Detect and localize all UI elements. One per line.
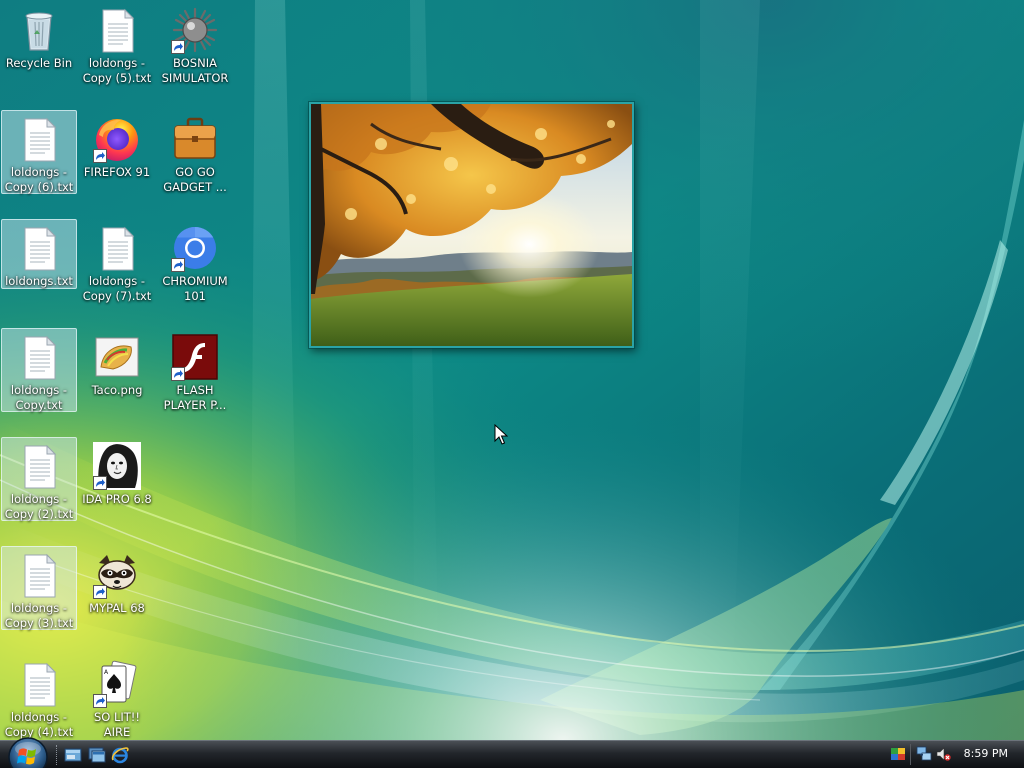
icon-label: SO LIT!! AIRE <box>93 710 141 739</box>
ida-pro-icon <box>93 442 141 490</box>
icon-label: BOSNIA SIMULATOR <box>161 56 229 85</box>
desktop-icon-loldongs-copy-3[interactable]: loldongs - Copy (3).txt <box>1 546 77 630</box>
icon-label: Taco.png <box>91 383 143 397</box>
start-orb-button[interactable] <box>6 735 50 768</box>
mypal-raccoon-icon <box>93 551 141 599</box>
desktop-icon-firefox[interactable]: FIREFOX 91 <box>79 110 155 206</box>
flash-player-icon <box>171 333 219 381</box>
icon-label: loldongs - Copy (2).txt <box>4 492 74 521</box>
icon-label: loldongs - Copy.txt <box>10 383 68 412</box>
icon-label: FLASH PLAYER P... <box>163 383 227 412</box>
icon-label: loldongs - Copy (3).txt <box>4 601 74 630</box>
icon-label: loldongs.txt <box>5 274 73 288</box>
desktop-icon-loldongs-copy-2[interactable]: loldongs - Copy (2).txt <box>1 437 77 521</box>
slideshow-gadget[interactable] <box>309 102 634 348</box>
firefox-icon <box>93 115 141 163</box>
show-desktop-icon[interactable] <box>64 746 82 764</box>
desktop-icon-taco[interactable]: Taco.png <box>79 328 155 424</box>
desktop-icon-chromium[interactable]: CHROMIUM 101 <box>157 219 233 315</box>
briefcase-icon <box>171 115 219 163</box>
autumn-tree-photo <box>311 104 632 346</box>
desktop-icon-loldongs-copy-6[interactable]: loldongs - Copy (6).txt <box>1 110 77 194</box>
desktop-icon-loldongs-copy[interactable]: loldongs - Copy.txt <box>1 328 77 412</box>
desktop-icon-flash-player[interactable]: FLASH PLAYER P... <box>157 328 233 424</box>
taskbar: 8:59 PM <box>0 737 1024 768</box>
taco-image-icon <box>93 333 141 381</box>
icon-label: Recycle Bin <box>5 56 73 70</box>
shortcut-arrow-icon <box>171 258 185 272</box>
text-file-icon <box>93 6 141 54</box>
tray-divider <box>910 744 911 765</box>
desktop-icon-mypal[interactable]: MYPAL 68 <box>79 546 155 642</box>
desktop-icon-loldongs-copy-7[interactable]: loldongs - Copy (7).txt <box>79 219 155 315</box>
shortcut-arrow-icon <box>171 40 185 54</box>
text-file-icon <box>93 224 141 272</box>
shortcut-arrow-icon <box>93 149 107 163</box>
shortcut-arrow-icon <box>93 585 107 599</box>
icon-label: MYPAL 68 <box>89 601 145 615</box>
icon-label: loldongs - Copy (7).txt <box>82 274 152 303</box>
solitaire-cards-icon: A <box>93 660 141 708</box>
icon-label: GO GO GADGET ... <box>163 165 227 194</box>
recycle-bin-icon <box>15 6 63 54</box>
shortcut-arrow-icon <box>93 694 107 708</box>
internet-explorer-icon[interactable] <box>111 746 129 764</box>
shortcut-arrow-icon <box>171 367 185 381</box>
desktop-icon-ida-pro[interactable]: IDA PRO 6.8 <box>79 437 155 533</box>
icon-label: IDA PRO 6.8 <box>82 492 152 506</box>
desktop-icon-loldongs-copy-5[interactable]: loldongs - Copy (5).txt <box>79 1 155 97</box>
volume-muted-icon[interactable] <box>935 746 951 762</box>
shortcut-arrow-icon <box>93 476 107 490</box>
quick-launch-grip[interactable] <box>56 745 59 765</box>
text-file-icon <box>15 660 63 708</box>
text-file-icon <box>15 442 63 490</box>
desktop-icon-loldongs-copy-4[interactable]: loldongs - Copy (4).txt <box>1 655 77 739</box>
icon-label: loldongs - Copy (5).txt <box>82 56 152 85</box>
text-file-icon <box>15 115 63 163</box>
desktop-icon-go-go-gadget[interactable]: GO GO GADGET ... <box>157 110 233 206</box>
network-icon[interactable] <box>916 746 932 762</box>
icon-label: FIREFOX 91 <box>83 165 151 179</box>
desktop-icon-bosnia-simulator[interactable]: BOSNIA SIMULATOR <box>157 1 233 97</box>
clock[interactable]: 8:59 PM <box>964 747 1008 760</box>
switch-windows-icon[interactable] <box>88 746 106 764</box>
desktop-icon-solitaire[interactable]: A SO LIT!! AIRE <box>79 655 155 739</box>
desktop-icon-recycle-bin[interactable]: Recycle Bin <box>1 1 77 97</box>
text-file-icon <box>15 224 63 272</box>
icon-label: loldongs - Copy (6).txt <box>4 165 74 194</box>
text-file-icon <box>15 551 63 599</box>
spiked-mine-icon <box>171 6 219 54</box>
mouse-pointer-icon <box>494 424 508 445</box>
notification-area: 8:59 PM <box>886 741 1024 768</box>
text-file-icon <box>15 333 63 381</box>
windows-defender-flag-icon[interactable] <box>890 746 906 762</box>
icon-label: CHROMIUM 101 <box>162 274 228 303</box>
desktop-icon-loldongs[interactable]: loldongs.txt <box>1 219 77 289</box>
chromium-icon <box>171 224 219 272</box>
